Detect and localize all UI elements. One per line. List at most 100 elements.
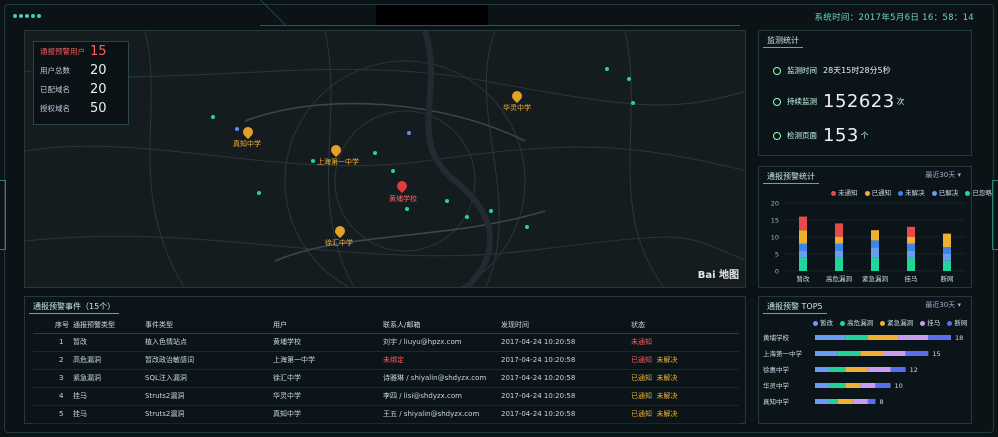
map-pin-label[interactable]: 上海第一中学 xyxy=(317,157,359,167)
map-dot[interactable] xyxy=(631,101,635,105)
map-dot[interactable] xyxy=(525,225,529,229)
bar-segment xyxy=(835,223,843,237)
y-tick-label: 0 xyxy=(775,268,779,276)
bar-segment xyxy=(907,250,915,258)
status-cell: 未通知 xyxy=(631,333,739,352)
monitor-continuous-row: 持续监测 152623 次 xyxy=(773,91,904,112)
map-pin-label[interactable]: 徐汇中学 xyxy=(325,238,353,248)
col-header: 序号 xyxy=(33,317,73,334)
bar-segment xyxy=(852,399,868,404)
map-dot[interactable] xyxy=(405,207,409,211)
stats-box: 通报预警用户 15 用户总数 20 已配域名 20 授权域名 50 xyxy=(33,41,129,125)
map-pin-label[interactable]: 真知中学 xyxy=(233,139,261,149)
refresh-icon xyxy=(773,97,781,106)
bar-segment xyxy=(845,383,861,388)
header-decoration xyxy=(260,0,740,26)
baidu-map-logo: Bai 地图 xyxy=(697,270,739,281)
bar-segment xyxy=(830,383,846,388)
y-tick-label: 15 xyxy=(771,217,779,225)
status-cell: 已通知 未解决 xyxy=(631,405,739,424)
y-tick-label: 5 xyxy=(775,251,779,259)
legend-item: 紧急漏洞 xyxy=(880,319,913,327)
x-tick-label: 暂改 xyxy=(797,274,811,283)
bar-segment xyxy=(860,351,883,356)
map-dot[interactable] xyxy=(465,215,469,219)
col-header: 联系人/邮箱 xyxy=(383,317,501,334)
range-select[interactable]: 最近30天 ▾ xyxy=(925,170,961,180)
table-row[interactable]: 5 挂马 Struts2漏洞 真知中学 王五 / shiyalin@shdyzx… xyxy=(33,405,739,424)
bar-segment xyxy=(890,367,906,372)
map-dot[interactable] xyxy=(311,159,315,163)
bar-segment xyxy=(943,233,951,248)
table-row[interactable]: 3 紧急漏洞 SQL注入漏洞 徐汇中学 诗雅琳 / shiyalin@shdyz… xyxy=(33,369,739,388)
logo-dots-icon xyxy=(12,11,48,21)
bar-segment xyxy=(799,257,807,271)
map-dot[interactable] xyxy=(407,131,411,135)
x-tick-label: 紧急漏洞 xyxy=(862,274,889,283)
map-dot[interactable] xyxy=(605,67,609,71)
bar-segment xyxy=(928,335,951,340)
bar-segment xyxy=(799,243,807,251)
data-label: 8 xyxy=(879,398,883,406)
bar-segment xyxy=(943,260,951,271)
bar-segment xyxy=(898,335,929,340)
bar-segment xyxy=(860,383,876,388)
table-row[interactable]: 1 暂改 植入色情站点 黄埔学校 刘宇 / liuyu@hpzx.com 201… xyxy=(33,333,739,352)
bar-segment xyxy=(835,250,843,258)
redacted-title-box xyxy=(376,5,488,25)
category-label: 黄埔学校 xyxy=(763,333,790,342)
x-tick-label: 高危漏洞 xyxy=(826,274,853,283)
bar-segment xyxy=(830,367,846,372)
alert-stats-panel: 通报预警统计 最近30天 ▾ 未通知 已通知 未解决 已解决 已忽略 0 5 10 1… xyxy=(758,166,992,288)
data-label: 18 xyxy=(955,334,963,342)
left-edge-decoration xyxy=(0,180,6,250)
bar-segment xyxy=(835,243,843,251)
legend-item: 暂改 xyxy=(813,319,833,327)
map-dot[interactable] xyxy=(235,127,239,131)
map-dot[interactable] xyxy=(257,191,261,195)
bar-segment xyxy=(799,216,807,231)
category-label: 上海第一中学 xyxy=(763,349,803,358)
legend-item: 已通知 xyxy=(864,189,891,197)
col-header: 通报预警类型 xyxy=(73,317,145,334)
map-dot[interactable] xyxy=(211,115,215,119)
table-row[interactable]: 4 挂马 Struts2漏洞 华灵中学 李四 / lisi@shdyzx.com… xyxy=(33,387,739,406)
bar-segment xyxy=(830,399,838,404)
map-roads xyxy=(25,31,745,287)
bar-segment xyxy=(871,240,879,248)
bar-segment xyxy=(799,250,807,258)
bar-segment xyxy=(815,399,831,404)
status-cell: 已通知 未解决 xyxy=(631,351,739,370)
monitor-duration-row: 监测时间 28天15时28分5秒 xyxy=(773,65,891,76)
events-title: 通报预警事件（15个） xyxy=(29,300,120,314)
legend-item: 断网 xyxy=(947,319,967,327)
map-dot[interactable] xyxy=(373,151,377,155)
bar-segment xyxy=(883,351,906,356)
map-dot[interactable] xyxy=(627,77,631,81)
map-pin-label[interactable]: 华灵中学 xyxy=(503,103,531,113)
category-label: 真知中学 xyxy=(763,397,790,406)
monitor-title: 监测统计 xyxy=(763,34,803,48)
bar-segment xyxy=(907,257,915,271)
bar-segment xyxy=(815,367,831,372)
map-dot[interactable] xyxy=(391,169,395,173)
map-dot[interactable] xyxy=(489,209,493,213)
table-row[interactable]: 2 高危漏洞 暂改政治敏感词 上海第一中学 未绑定 2017-04-24 10:… xyxy=(33,351,739,370)
col-header: 事件类型 xyxy=(145,317,273,334)
legend-item: 未解决 xyxy=(898,189,925,197)
map-pin-label[interactable]: 黄埔学校 xyxy=(389,194,417,204)
bar-segment xyxy=(815,335,846,340)
map-panel[interactable]: 通报预警用户 15 用户总数 20 已配域名 20 授权域名 50 真知中学 上… xyxy=(24,30,746,288)
status-cell: 已通知 未解决 xyxy=(631,369,739,388)
system-clock: 系统时间：2017年5月6日 16：58：14 xyxy=(814,13,974,23)
data-label: 10 xyxy=(895,382,903,390)
map-dot[interactable] xyxy=(445,199,449,203)
y-tick-label: 10 xyxy=(771,234,779,242)
bar-segment xyxy=(907,243,915,251)
legend-item: 挂马 xyxy=(920,319,940,327)
range-select[interactable]: 最近30天 ▾ xyxy=(925,300,961,310)
events-header-row: 序号 通报预警类型 事件类型 用户 联系人/邮箱 发现时间 状态 xyxy=(33,317,739,334)
events-panel: 通报预警事件（15个） 序号 通报预警类型 事件类型 用户 联系人/邮箱 发现时… xyxy=(24,296,746,424)
bar-segment xyxy=(815,351,838,356)
alert-legend: 未通知 已通知 未解决 已解决 已忽略 xyxy=(831,187,997,197)
